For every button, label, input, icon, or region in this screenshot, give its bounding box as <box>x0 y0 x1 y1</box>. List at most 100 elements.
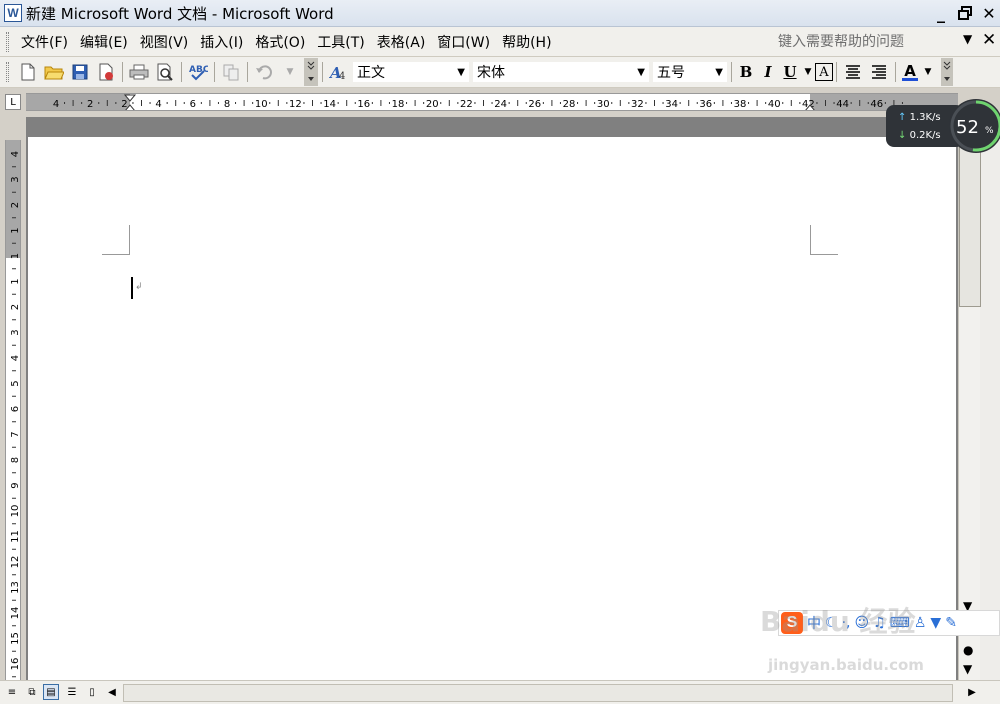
punctuation-icon[interactable]: ·, <box>842 615 851 631</box>
page-corner-top-right <box>810 225 838 255</box>
vruler-label: 7 <box>10 431 21 437</box>
normal-view-icon[interactable]: ≡ <box>4 684 20 700</box>
undo-dropdown-icon[interactable]: ▼ <box>278 60 302 84</box>
chevron-down-icon: ▼ <box>715 67 723 78</box>
menubar-grip[interactable] <box>6 31 9 52</box>
scroll-right-icon[interactable]: ▶ <box>964 684 980 700</box>
style-select[interactable]: 正文 ▼ <box>352 61 470 83</box>
print-icon[interactable] <box>127 60 151 84</box>
vertical-scrollbar[interactable]: ▼ ▲ ● ▼ <box>958 117 1000 680</box>
next-page-icon[interactable]: ▼ <box>963 662 972 676</box>
menu-help[interactable]: 帮助(H) <box>496 32 557 52</box>
vruler-label: 4 <box>10 355 21 361</box>
close-icon[interactable]: ✕ <box>978 2 1000 24</box>
copy-icon[interactable] <box>219 60 243 84</box>
ruler-row: L 4 2 2 4 6 8 10 12 14 16 18 20 22 24 26 28 30 32 34 36 38 40… <box>0 89 1000 117</box>
select-browse-object-icon[interactable]: ● <box>963 643 973 657</box>
font-color-button[interactable]: A <box>899 61 921 83</box>
menu-file[interactable]: 文件(F) <box>15 32 74 52</box>
menu-edit[interactable]: 编辑(E) <box>74 32 134 52</box>
svg-text:4: 4 <box>339 71 345 81</box>
horizontal-scrollbar[interactable] <box>123 684 953 702</box>
ruler-label: 34 <box>665 99 678 110</box>
print-preview-icon[interactable] <box>153 60 177 84</box>
download-arrow-icon: ↓ <box>898 130 907 141</box>
shirt-icon[interactable]: ▼ <box>930 615 941 631</box>
toolbar-options-icon-2[interactable] <box>941 58 953 86</box>
restore-icon[interactable] <box>954 2 976 24</box>
web-layout-icon[interactable]: ⧉ <box>24 684 40 700</box>
font-color-swatch <box>902 77 918 81</box>
toolbar-separator <box>247 62 248 82</box>
vruler-label: 2 <box>10 304 21 310</box>
styles-icon[interactable]: A4 <box>327 60 351 84</box>
toolbar-separator <box>214 62 215 82</box>
toolbar-grip[interactable] <box>6 62 9 82</box>
upload-speed: 1.3K/s <box>909 112 941 123</box>
vruler-label: 1 <box>10 278 21 284</box>
menu-format[interactable]: 格式(O) <box>249 32 311 52</box>
vruler-label: 14 <box>10 607 21 620</box>
memory-usage-gauge[interactable]: 52 % <box>948 96 1000 156</box>
vruler-label: 5 <box>10 380 21 386</box>
vertical-ruler[interactable]: 4 3 2 1 1 1 2 3 4 5 6 7 8 9 10 11 12 13 14 15 16 <box>5 140 21 680</box>
bold-button[interactable]: B <box>735 61 757 83</box>
menu-insert[interactable]: 插入(I) <box>194 32 249 52</box>
ruler-label: 16 <box>357 99 370 110</box>
help-search-input[interactable]: 键入需要帮助的问题 <box>770 31 960 53</box>
wrench-icon[interactable]: ✎ <box>945 615 957 631</box>
menu-tools[interactable]: 工具(T) <box>311 32 370 52</box>
scroll-track[interactable]: ▼ ▲ ● ▼ <box>958 117 981 680</box>
download-speed: 0.2K/s <box>909 130 941 141</box>
mic-icon[interactable]: ♫ <box>873 615 886 631</box>
toolbar-separator <box>181 62 182 82</box>
scroll-left-icon[interactable]: ◀ <box>104 684 120 700</box>
tab-selector[interactable]: L <box>5 94 21 110</box>
sogou-logo-icon[interactable]: S <box>781 612 803 634</box>
toolbar-separator <box>122 62 123 82</box>
chevron-down-icon[interactable]: ▼ <box>963 32 972 46</box>
menu-table[interactable]: 表格(A) <box>371 32 432 52</box>
italic-button[interactable]: I <box>757 61 779 83</box>
close-document-icon[interactable]: ✕ <box>982 30 996 50</box>
user-icon[interactable]: ♙ <box>914 615 927 631</box>
horizontal-ruler[interactable]: 4 2 2 4 6 8 10 12 14 16 18 20 22 24 26 28 30 32 34 36 38 40 42… <box>26 93 958 111</box>
toolbar-options-icon[interactable] <box>304 58 318 86</box>
undo-icon[interactable] <box>252 60 276 84</box>
underline-dropdown-icon[interactable]: ▼ <box>802 60 814 84</box>
ruler-label: 24 <box>494 99 507 110</box>
permission-icon[interactable] <box>94 60 118 84</box>
menu-view[interactable]: 视图(V) <box>134 32 195 52</box>
character-border-button[interactable]: A <box>815 63 833 81</box>
ruler-label: 6 <box>190 99 196 110</box>
ruler-label: 44 <box>836 99 849 110</box>
ruler-label: 36 <box>699 99 712 110</box>
outline-view-icon[interactable]: ☰ <box>64 684 80 700</box>
reading-layout-icon[interactable]: ▯ <box>84 684 100 700</box>
save-icon[interactable] <box>68 60 92 84</box>
new-document-icon[interactable] <box>16 60 40 84</box>
page-corner-top-left <box>102 225 130 255</box>
window-title: 新建 Microsoft Word 文档 - Microsoft Word <box>26 4 334 23</box>
vruler-label: 10 <box>10 505 21 518</box>
spelling-check-icon[interactable]: ABC <box>186 60 210 84</box>
ime-mode-toggle[interactable]: 中 <box>807 613 821 633</box>
menu-window[interactable]: 窗口(W) <box>431 32 496 52</box>
font-size-select[interactable]: 五号 ▼ <box>652 61 728 83</box>
keyboard-icon[interactable]: ⌨ <box>890 615 910 631</box>
open-folder-icon[interactable] <box>42 60 66 84</box>
print-layout-icon[interactable]: ▤ <box>43 684 59 700</box>
align-right-icon[interactable] <box>867 60 891 84</box>
font-color-dropdown-icon[interactable]: ▼ <box>922 60 934 84</box>
font-select[interactable]: 宋体 ▼ <box>472 61 650 83</box>
emoji-icon[interactable]: ☺ <box>854 615 869 631</box>
vruler-label: 8 <box>10 457 21 463</box>
document-page[interactable]: ↲ <box>28 137 956 680</box>
underline-button[interactable]: U <box>779 61 801 83</box>
align-center-icon[interactable] <box>841 60 865 84</box>
ruler-label: 14 <box>323 99 336 110</box>
moon-icon[interactable]: ☾ <box>825 615 838 631</box>
minimize-icon[interactable]: _ <box>930 2 952 24</box>
word-icon[interactable]: W <box>4 4 22 22</box>
ruler-label: 46 <box>870 99 883 110</box>
